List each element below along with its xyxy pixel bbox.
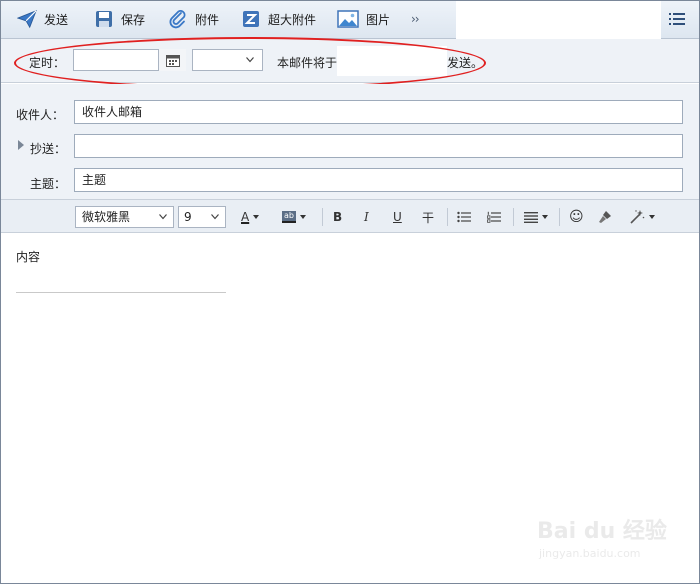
font-family-value: 微软雅黑 [82, 210, 131, 224]
magic-wand-button[interactable] [629, 208, 655, 226]
paperclip-icon [168, 9, 188, 29]
message-body[interactable]: 内容 [1, 233, 699, 583]
italic-button[interactable]: I [364, 208, 369, 226]
save-label: 保存 [121, 12, 146, 27]
format-painter-button[interactable] [598, 208, 612, 226]
image-label: 图片 [366, 12, 391, 27]
compose-window: 发送 保存 附件 超大附件 图片 ›› 定时： 本邮件将于 发送。 收件人： 收… [0, 0, 700, 584]
font-color-icon: A [241, 210, 250, 224]
large-attachment-icon [241, 9, 261, 29]
magic-wand-icon [630, 210, 645, 224]
schedule-note-before: 本邮件将于 [277, 56, 338, 70]
to-field[interactable]: 收件人邮箱 [74, 100, 683, 124]
chevron-down-icon [246, 57, 254, 63]
emoji-button[interactable]: ☺ [569, 208, 584, 226]
subject-label: 主题： [30, 177, 67, 191]
schedule-row: 定时： 本邮件将于 发送。 [1, 39, 699, 83]
chevron-down-icon [211, 214, 219, 220]
format-toolbar: 微软雅黑 9 A ab B I U 干 ☺ [1, 199, 699, 233]
attach-button[interactable]: 附件 [168, 8, 219, 30]
font-color-button[interactable]: A [241, 208, 260, 226]
send-icon [17, 9, 37, 29]
schedule-note-after: 发送。 [447, 56, 484, 70]
image-icon [337, 9, 359, 29]
separator [447, 208, 448, 226]
large-attach-label: 超大附件 [268, 12, 317, 27]
menu-icon[interactable] [669, 12, 685, 26]
separator [322, 208, 323, 226]
cc-label: 抄送： [30, 142, 67, 156]
chevron-down-icon [299, 215, 306, 219]
strikethrough-button[interactable]: 干 [422, 208, 434, 226]
attach-label: 附件 [195, 12, 220, 27]
compose-toolbar: 发送 保存 附件 超大附件 图片 ›› [1, 1, 699, 44]
save-button[interactable]: 保存 [94, 8, 145, 30]
align-icon [524, 212, 538, 223]
image-button[interactable]: 图片 [337, 8, 390, 30]
bullet-list-button[interactable] [457, 208, 471, 226]
to-label: 收件人： [16, 108, 65, 122]
chevron-down-icon [542, 215, 548, 219]
body-text: 内容 [16, 250, 41, 264]
calendar-icon[interactable] [158, 49, 186, 71]
font-size-select[interactable]: 9 [178, 206, 226, 228]
numbered-list-icon [487, 211, 501, 223]
chevron-down-icon [649, 215, 655, 219]
schedule-label: 定时： [29, 56, 66, 70]
separator [513, 208, 514, 226]
cc-field[interactable] [74, 134, 683, 158]
font-family-select[interactable]: 微软雅黑 [75, 206, 174, 228]
more-button[interactable]: ›› [411, 12, 420, 26]
bold-button[interactable]: B [333, 208, 342, 226]
cc-expand-icon[interactable] [18, 140, 24, 150]
highlight-button[interactable]: ab [282, 208, 306, 226]
header-fields: 收件人： 收件人邮箱 抄送： 主题： 主题 [1, 84, 699, 199]
align-button[interactable] [524, 208, 548, 226]
save-icon [94, 9, 114, 29]
schedule-time-select[interactable] [192, 49, 263, 71]
separator [559, 208, 560, 226]
subject-field[interactable]: 主题 [74, 168, 683, 192]
smiley-icon: ☺ [569, 209, 584, 225]
send-label: 发送 [44, 12, 69, 27]
highlight-icon: ab [282, 211, 296, 223]
bullet-list-icon [457, 211, 471, 223]
chevron-down-icon [253, 215, 260, 219]
send-button[interactable]: 发送 [17, 8, 68, 30]
chevron-down-icon [159, 214, 167, 220]
signature-divider [16, 292, 226, 293]
underline-button[interactable]: U [393, 208, 402, 226]
numbered-list-button[interactable] [487, 208, 501, 226]
format-painter-icon [599, 211, 611, 223]
font-size-value: 9 [184, 210, 192, 224]
redacted-time [337, 46, 447, 76]
redacted-area [456, 1, 661, 44]
large-attach-button[interactable]: 超大附件 [241, 8, 316, 30]
